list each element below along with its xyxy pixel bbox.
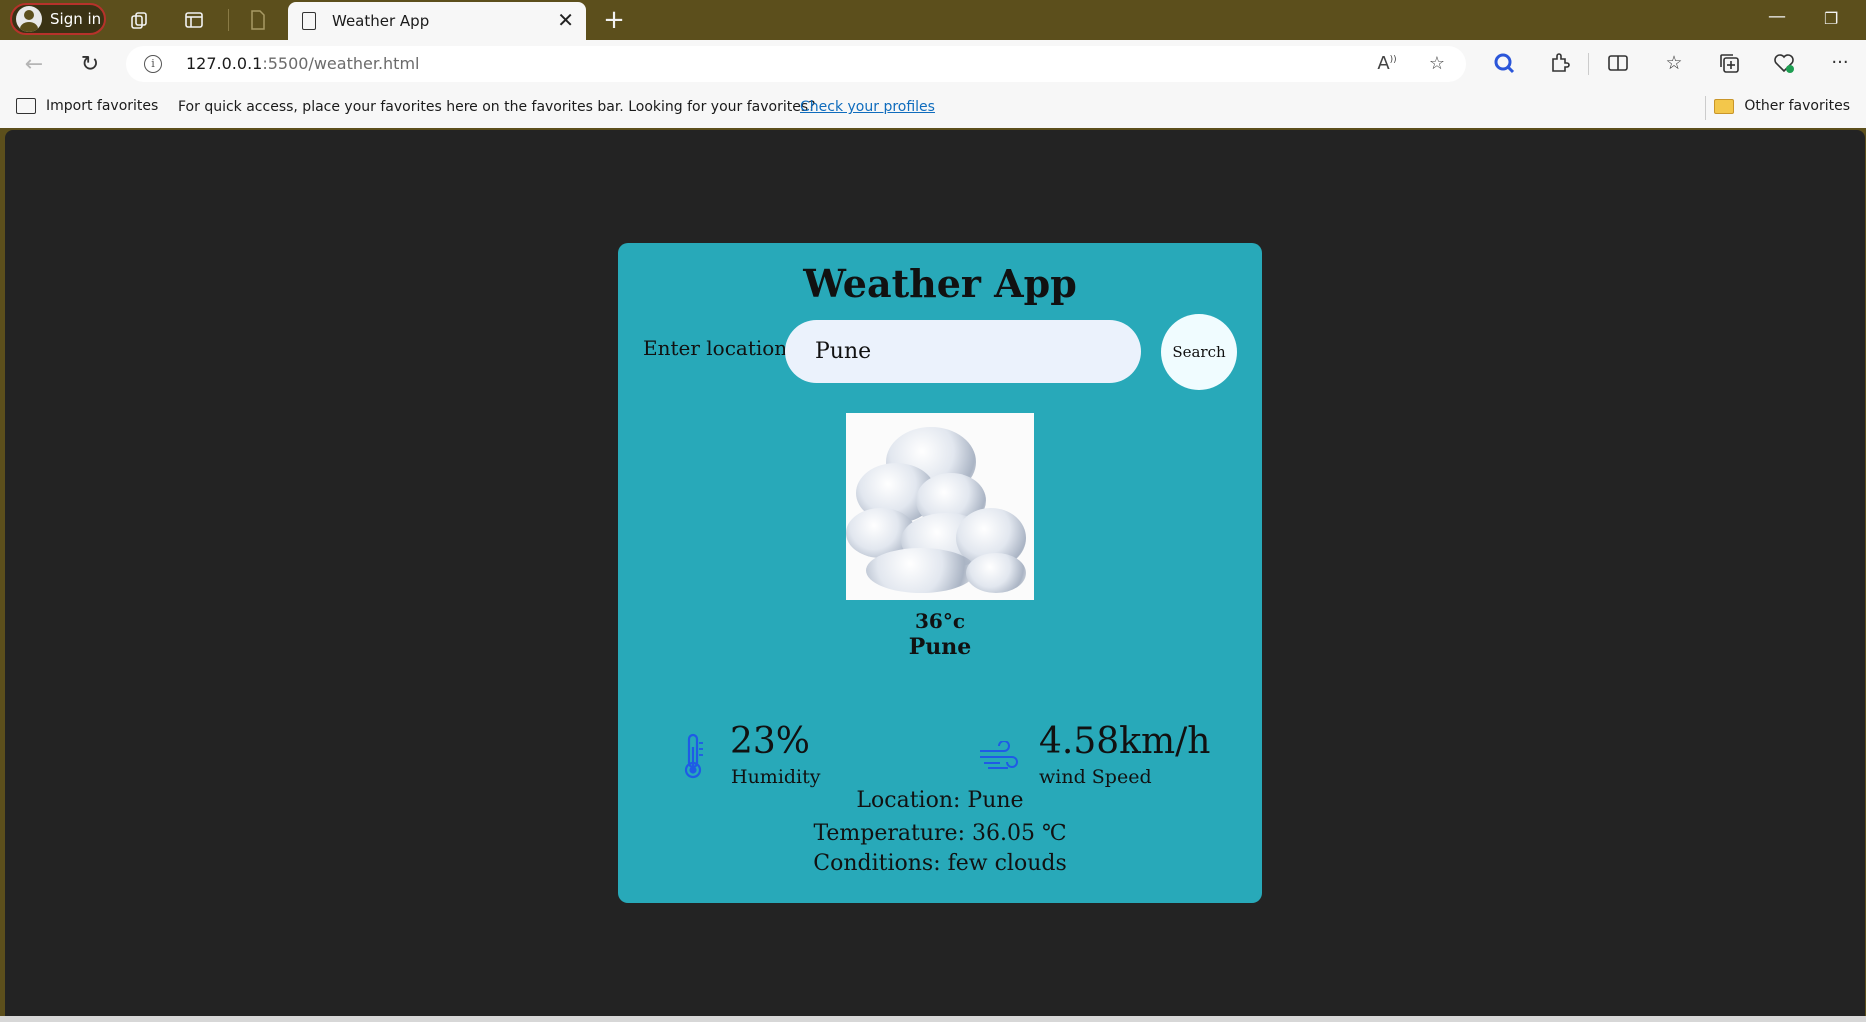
back-arrow-icon[interactable]: ← bbox=[20, 50, 48, 78]
other-favorites-button[interactable]: Other favorites bbox=[1714, 98, 1850, 114]
wind-speed-value: 4.58km/h bbox=[1039, 721, 1211, 762]
tab-actions-icon[interactable] bbox=[182, 8, 206, 32]
detail-temperature: Temperature: 36.05 ℃ bbox=[813, 821, 1067, 846]
browser-toolbar: ← ↻ i 127.0.0.1:5500/weather.html A)) ☆ … bbox=[0, 40, 1866, 88]
tab-title: Weather App bbox=[332, 12, 430, 30]
search-sidebar-icon[interactable] bbox=[1492, 52, 1516, 76]
read-aloud-icon[interactable]: A)) bbox=[1376, 53, 1398, 75]
detail-conditions: Conditions: few clouds bbox=[813, 851, 1067, 876]
favorites-bar-message: For quick access, place your favorites h… bbox=[178, 99, 816, 115]
extensions-icon[interactable] bbox=[1548, 52, 1572, 76]
new-tab-icon[interactable]: + bbox=[602, 5, 626, 35]
import-favorites-button[interactable]: Import favorites bbox=[16, 98, 158, 114]
sign-in-label: Sign in bbox=[50, 10, 102, 28]
humidity-value: 23% bbox=[730, 721, 811, 762]
humidity-label: Humidity bbox=[731, 766, 821, 788]
favorites-divider bbox=[1705, 96, 1706, 120]
import-icon bbox=[16, 98, 36, 114]
browser-tab-strip: Sign in Weather App ✕ + — ❐ bbox=[0, 0, 1866, 40]
current-temperature: 36°c bbox=[914, 609, 965, 633]
few-clouds-weather-image bbox=[846, 413, 1034, 600]
folder-icon bbox=[1714, 98, 1735, 114]
location-label: Enter location: bbox=[643, 336, 794, 360]
tab-weather-app[interactable]: Weather App ✕ bbox=[288, 2, 586, 40]
check-profiles-link[interactable]: Check your profiles bbox=[800, 99, 935, 115]
page-viewport: Weather App Enter location: Search 36°c … bbox=[5, 130, 1865, 1016]
minimize-icon[interactable]: — bbox=[1768, 6, 1786, 27]
weather-card: Weather App Enter location: Search 36°c … bbox=[618, 243, 1262, 903]
import-favorites-label: Import favorites bbox=[46, 98, 159, 114]
address-bar[interactable]: i 127.0.0.1:5500/weather.html A)) ☆ bbox=[126, 46, 1466, 82]
app-title: Weather App bbox=[803, 261, 1077, 306]
split-screen-icon[interactable] bbox=[1606, 52, 1630, 76]
favorites-bar: Import favorites For quick access, place… bbox=[0, 88, 1866, 128]
thermometer-icon bbox=[680, 733, 706, 783]
close-tab-icon[interactable]: ✕ bbox=[557, 8, 574, 32]
tab-divider bbox=[228, 9, 229, 31]
collections-icon[interactable] bbox=[1717, 52, 1741, 76]
profile-avatar-icon bbox=[16, 6, 42, 32]
detail-location: Location: Pune bbox=[856, 788, 1024, 813]
refresh-icon[interactable]: ↻ bbox=[76, 50, 104, 78]
toolbar-divider bbox=[1588, 53, 1589, 75]
page-icon bbox=[302, 12, 316, 30]
other-favorites-label: Other favorites bbox=[1744, 98, 1850, 114]
sign-in-button[interactable]: Sign in bbox=[10, 3, 106, 35]
wind-icon bbox=[978, 740, 1020, 777]
favorites-icon[interactable]: ☆ bbox=[1662, 52, 1686, 76]
workspaces-icon[interactable] bbox=[128, 8, 152, 32]
current-city: Pune bbox=[908, 634, 972, 660]
url-text[interactable]: 127.0.0.1:5500/weather.html bbox=[186, 54, 419, 73]
location-input[interactable] bbox=[785, 320, 1141, 383]
window-bottom-edge bbox=[0, 1016, 1866, 1022]
wind-speed-label: wind Speed bbox=[1039, 766, 1152, 788]
inactive-tab-page-icon[interactable] bbox=[246, 8, 270, 32]
favorite-star-icon[interactable]: ☆ bbox=[1426, 53, 1448, 75]
browser-essentials-icon[interactable] bbox=[1772, 52, 1796, 76]
restore-icon[interactable]: ❐ bbox=[1824, 9, 1838, 28]
site-info-icon[interactable]: i bbox=[144, 55, 162, 73]
settings-more-icon[interactable]: ··· bbox=[1828, 52, 1852, 76]
search-button[interactable]: Search bbox=[1161, 314, 1237, 390]
